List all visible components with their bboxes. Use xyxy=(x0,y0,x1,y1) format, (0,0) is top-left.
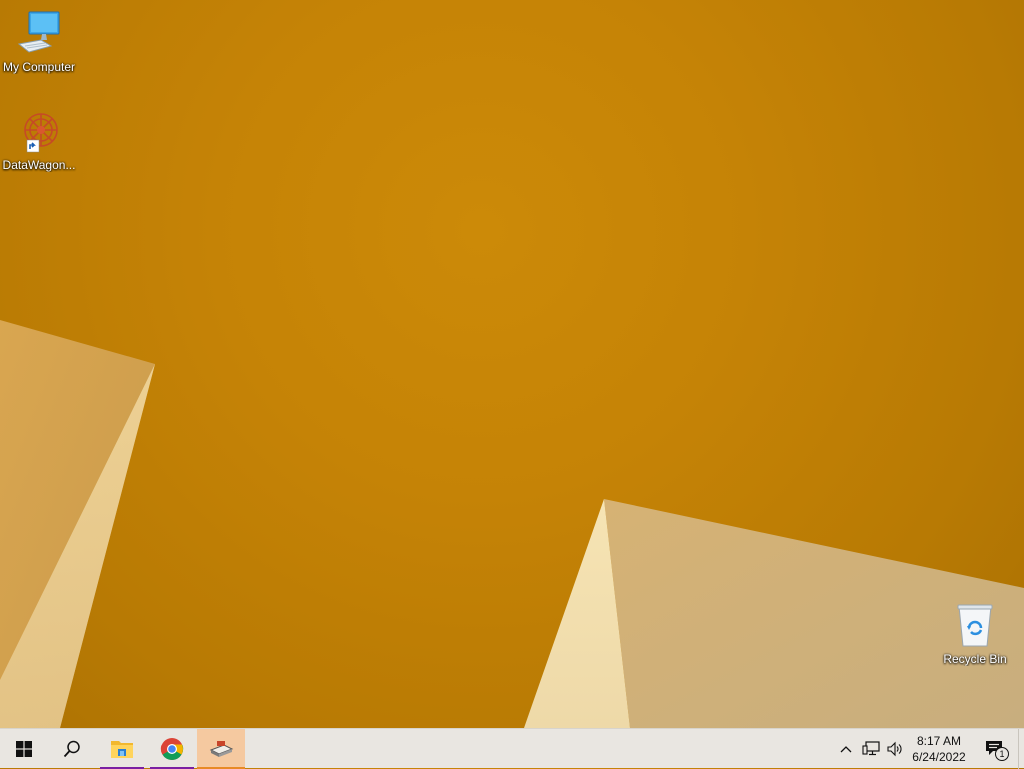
desktop-icon-label: DataWagon... xyxy=(2,158,76,172)
datawagon-shortcut-icon xyxy=(15,108,63,156)
computer-icon xyxy=(15,10,63,58)
start-button[interactable] xyxy=(0,729,48,769)
taskbar-app-datawagon[interactable] xyxy=(197,729,245,769)
wallpaper xyxy=(0,320,1024,728)
show-hidden-icons-button[interactable] xyxy=(836,729,856,769)
show-desktop-button[interactable] xyxy=(1018,729,1024,769)
search-icon xyxy=(63,740,80,758)
desktop-icon-datawagon[interactable]: DataWagon... xyxy=(0,108,78,172)
action-center-button[interactable]: 1 xyxy=(978,729,1010,769)
taskbar: 8:17 AM 6/24/2022 1 xyxy=(0,728,1024,769)
clock-date: 6/24/2022 xyxy=(912,750,966,764)
notification-icon: 1 xyxy=(983,739,1009,761)
windows-start-icon xyxy=(16,741,32,757)
datawagon-app-icon xyxy=(209,741,234,757)
network-button[interactable] xyxy=(860,729,882,769)
recycle-bin-icon xyxy=(951,602,999,650)
volume-button[interactable] xyxy=(884,729,906,769)
clock-time: 8:17 AM xyxy=(916,734,962,748)
desktop[interactable]: My Computer DataWagon... Recycle Bin xyxy=(0,0,1024,728)
taskbar-app-file-explorer[interactable] xyxy=(98,729,146,769)
chrome-icon xyxy=(160,738,184,760)
file-explorer-icon xyxy=(111,741,133,758)
taskbar-app-chrome[interactable] xyxy=(148,729,196,769)
desktop-icon-my-computer[interactable]: My Computer xyxy=(0,10,78,74)
volume-icon xyxy=(887,741,902,757)
clock-button[interactable]: 8:17 AM 6/24/2022 xyxy=(904,729,974,769)
network-icon xyxy=(862,741,880,756)
notification-count-badge: 1 xyxy=(995,747,1009,761)
desktop-icon-label: Recycle Bin xyxy=(943,652,1007,666)
chevron-up-icon xyxy=(840,746,852,753)
desktop-icon-recycle-bin[interactable]: Recycle Bin xyxy=(936,602,1014,666)
search-button[interactable] xyxy=(48,729,96,769)
desktop-icon-label: My Computer xyxy=(2,60,76,74)
